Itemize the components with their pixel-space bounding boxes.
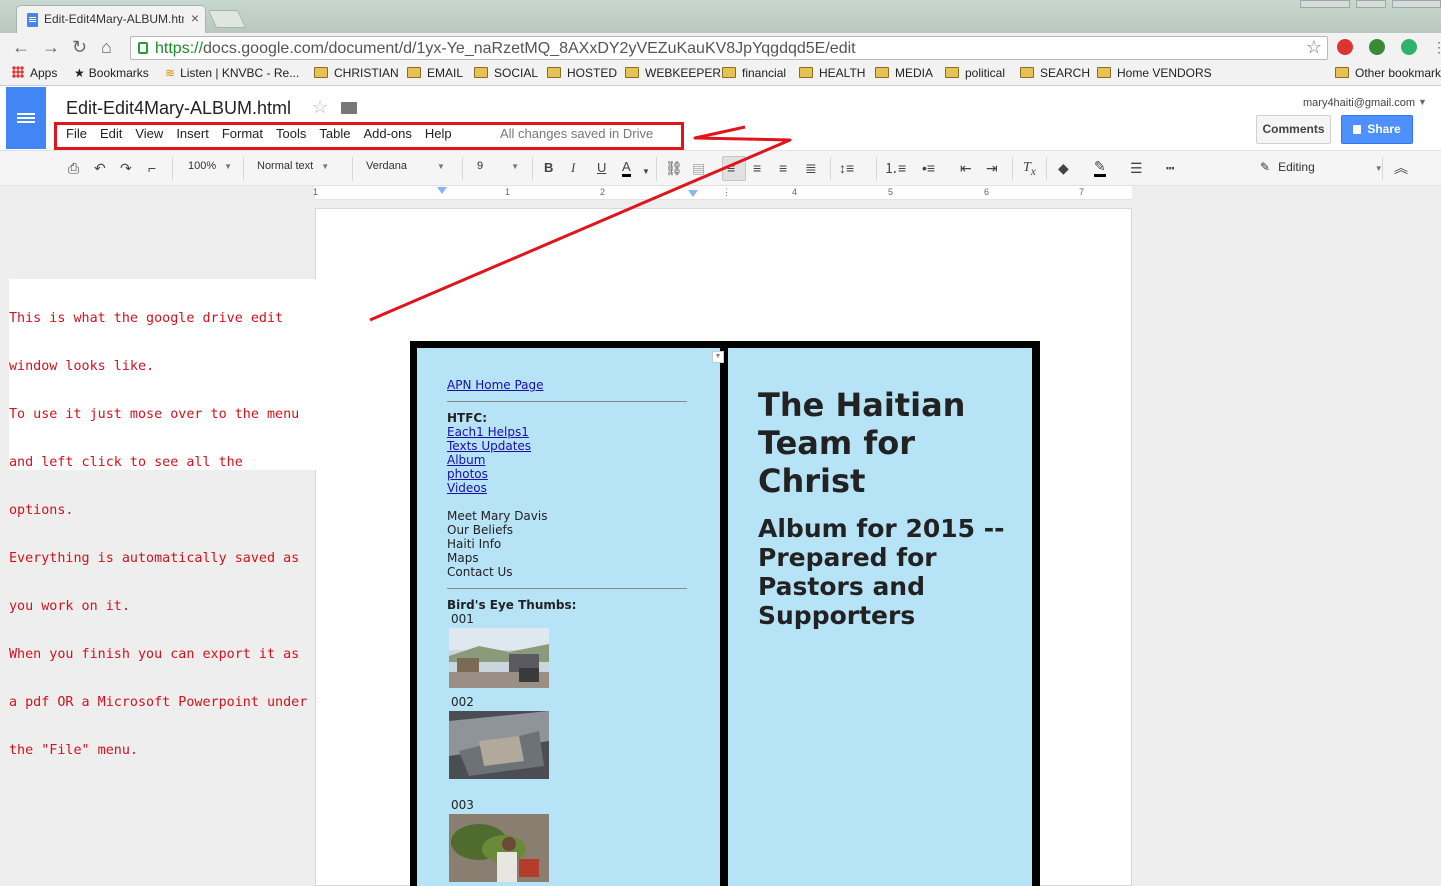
annotation-arrow bbox=[369, 125, 792, 322]
